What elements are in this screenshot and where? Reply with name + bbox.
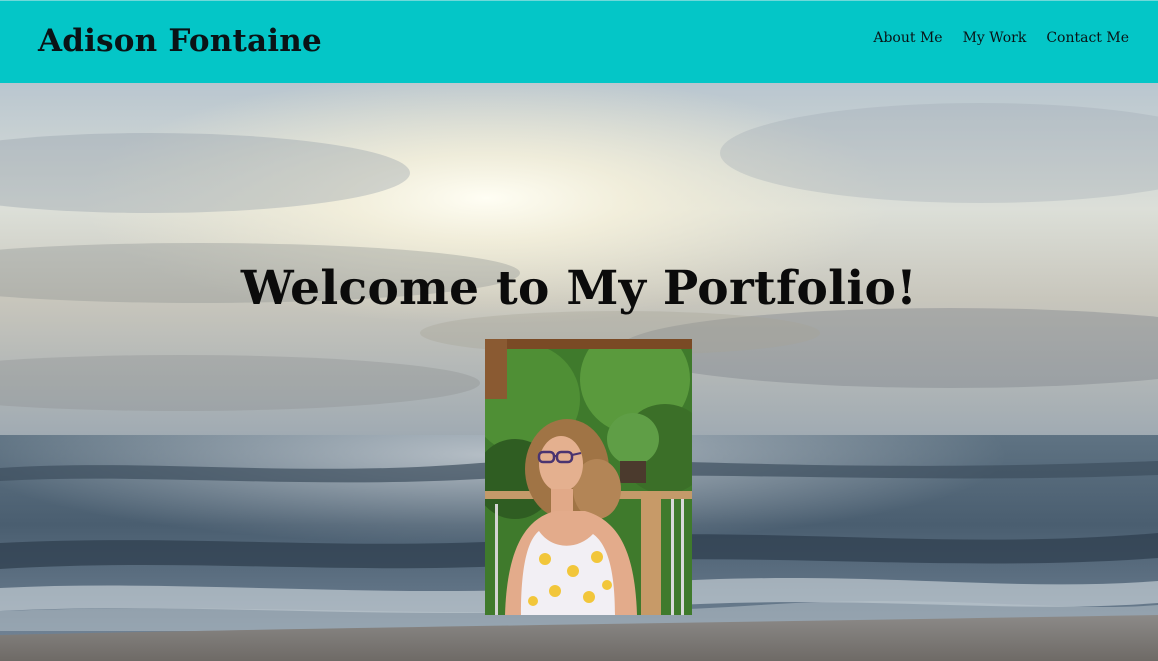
main-nav: About Me My Work Contact Me bbox=[873, 30, 1129, 46]
profile-photo-image bbox=[485, 339, 692, 615]
site-brand[interactable]: Adison Fontaine bbox=[38, 23, 322, 59]
nav-about-me[interactable]: About Me bbox=[873, 30, 942, 46]
hero-title: Welcome to My Portfolio! bbox=[240, 261, 918, 316]
hero-section: Welcome to My Portfolio! bbox=[0, 83, 1158, 661]
profile-photo bbox=[485, 339, 692, 615]
nav-my-work[interactable]: My Work bbox=[963, 30, 1027, 46]
nav-contact-me[interactable]: Contact Me bbox=[1046, 30, 1129, 46]
site-header: Adison Fontaine About Me My Work Contact… bbox=[0, 0, 1158, 83]
